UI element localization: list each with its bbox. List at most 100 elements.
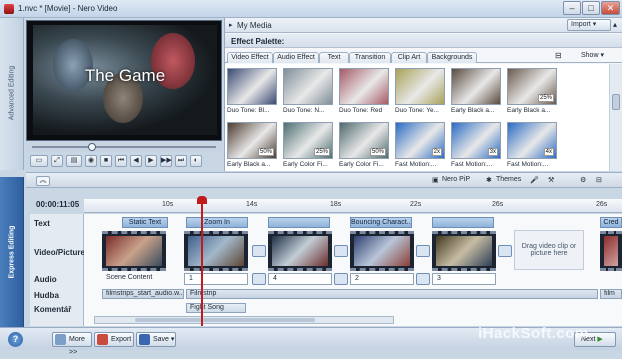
video-clip[interactable] bbox=[102, 231, 166, 271]
video-clip[interactable] bbox=[268, 231, 332, 271]
video-clip[interactable] bbox=[600, 231, 622, 271]
music-clip[interactable]: Filmstrip bbox=[186, 289, 598, 299]
audio-clip[interactable]: 1 bbox=[184, 273, 248, 285]
rewind-icon[interactable]: ◀ bbox=[130, 155, 142, 167]
monitor-icon[interactable]: ▭ bbox=[30, 155, 48, 167]
tab-text[interactable]: Text bbox=[319, 52, 349, 63]
maximize-button[interactable]: □ bbox=[582, 1, 600, 15]
effect-thumbnail[interactable]: 2x bbox=[395, 122, 445, 159]
toggle-panel-icon[interactable]: ⊟ bbox=[596, 176, 602, 184]
effect-thumbnail[interactable] bbox=[395, 68, 445, 105]
timeline-scrollbar[interactable] bbox=[94, 316, 394, 324]
ruler-tick: 14s bbox=[246, 201, 258, 208]
effect-thumbnail[interactable]: 50% bbox=[339, 122, 389, 159]
fullscreen-icon[interactable]: ⤢ bbox=[51, 155, 63, 167]
music-clip[interactable]: filmstrips_start_audio.w... bbox=[102, 289, 184, 299]
microphone-icon[interactable]: 🎤 bbox=[530, 176, 539, 184]
import-button[interactable]: Import ▾ bbox=[567, 19, 611, 31]
collapse-icon[interactable]: ▴ bbox=[613, 20, 617, 29]
export-button[interactable]: Export bbox=[94, 332, 134, 347]
snapshot-icon[interactable]: ◉ bbox=[85, 155, 97, 167]
close-button[interactable]: ✕ bbox=[601, 1, 620, 15]
text-clip-empty[interactable] bbox=[432, 217, 494, 228]
pip-icon[interactable]: ▣ bbox=[432, 176, 439, 184]
timeline-scrollbar-thumb[interactable] bbox=[135, 318, 315, 322]
show-dropdown[interactable]: Show ▾ bbox=[581, 51, 604, 59]
effect-label: Early Black a... bbox=[451, 107, 495, 114]
effect-thumbnail[interactable]: 50% bbox=[227, 122, 277, 159]
save-button[interactable]: Save ▾ bbox=[136, 332, 176, 347]
effect-thumbnail[interactable] bbox=[283, 68, 333, 105]
audio-clip[interactable]: 2 bbox=[350, 273, 414, 285]
tab-backgrounds[interactable]: Backgrounds bbox=[427, 52, 477, 63]
previous-icon[interactable]: ⏮ bbox=[115, 155, 127, 167]
video-clip[interactable] bbox=[432, 231, 496, 271]
forward-icon[interactable]: ▶▶ bbox=[160, 155, 172, 167]
effect-thumbnail[interactable]: 25% bbox=[283, 122, 333, 159]
effect-thumbnail[interactable]: 3x bbox=[451, 122, 501, 159]
effect-palette-label: Effect Palette: bbox=[231, 37, 285, 46]
save-icon bbox=[139, 334, 150, 345]
next-icon[interactable]: ⏭ bbox=[175, 155, 187, 167]
zoom-icon[interactable]: ⊟ bbox=[555, 51, 562, 60]
timeline-ruler[interactable]: 10s 14s 18s 22s 26s 26s bbox=[84, 199, 622, 213]
tab-clip-art[interactable]: Clip Art bbox=[391, 52, 427, 63]
effect-thumbnail[interactable] bbox=[451, 68, 501, 105]
scrollbar-thumb[interactable] bbox=[612, 94, 620, 110]
effect-thumbnail[interactable]: 25% bbox=[507, 68, 557, 105]
effect-label: Early Color Fi... bbox=[339, 161, 384, 168]
advanced-editing-tab[interactable]: Advanced Editing bbox=[0, 18, 24, 170]
effect-scrollbar[interactable] bbox=[609, 64, 622, 171]
tools-icon[interactable]: ⚒ bbox=[548, 176, 554, 184]
text-clip[interactable]: Zoom In bbox=[186, 217, 248, 228]
audio-scene-content: Scene Content bbox=[106, 274, 153, 281]
video-clip[interactable] bbox=[184, 231, 248, 271]
window-title: 1.nvc * [Movie] - Nero Video bbox=[18, 4, 118, 13]
text-clip[interactable]: Bouncing Charact... bbox=[350, 217, 412, 228]
video-preview[interactable]: The Game bbox=[26, 20, 222, 141]
timeline-toolbar: ▣ Nero PiP ✱ Themes 🎤 ⚒ ⚙ ⊟ bbox=[224, 172, 622, 188]
transition-slot[interactable] bbox=[416, 245, 430, 257]
effect-thumbnail[interactable]: 4x bbox=[507, 122, 557, 159]
nero-pip-button[interactable]: Nero PiP bbox=[442, 176, 470, 183]
audio-transition[interactable] bbox=[416, 273, 430, 285]
audio-transition[interactable] bbox=[334, 273, 348, 285]
audio-transition[interactable] bbox=[252, 273, 266, 285]
my-media-header[interactable]: ▸ My Media Import ▾ ▴ bbox=[225, 18, 622, 33]
collapse-up-icon[interactable]: ︽ bbox=[36, 176, 50, 186]
video-clip[interactable] bbox=[350, 231, 414, 271]
audio-clip[interactable]: 4 bbox=[268, 273, 332, 285]
drop-zone[interactable]: Drag video clip or picture here bbox=[514, 230, 584, 270]
transition-slot[interactable] bbox=[334, 245, 348, 257]
transition-slot[interactable] bbox=[498, 245, 512, 257]
track-label-audio: Audio bbox=[34, 275, 57, 284]
express-editing-label: Express Editing bbox=[8, 225, 16, 279]
settings-icon[interactable]: ⚙ bbox=[580, 176, 586, 184]
tab-audio-effect[interactable]: Audio Effect bbox=[273, 52, 319, 63]
aspect-icon[interactable]: ▤ bbox=[66, 155, 82, 167]
themes-icon[interactable]: ✱ bbox=[486, 176, 492, 184]
help-icon[interactable]: ? bbox=[8, 332, 23, 347]
text-clip[interactable]: Cred bbox=[600, 217, 622, 228]
themes-button[interactable]: Themes bbox=[496, 176, 521, 183]
narration-clip[interactable]: Fight Song bbox=[186, 303, 246, 313]
tab-video-effect[interactable]: Video Effect bbox=[227, 52, 273, 63]
text-clip[interactable]: Static Text bbox=[122, 217, 168, 228]
audio-clip[interactable]: 3 bbox=[432, 273, 496, 285]
minimize-button[interactable]: – bbox=[563, 1, 581, 15]
more-button[interactable]: More >> bbox=[52, 332, 92, 356]
preview-scrubber[interactable] bbox=[26, 142, 222, 152]
express-editing-tab[interactable]: Express Editing bbox=[0, 177, 24, 327]
stop-icon[interactable]: ■ bbox=[100, 155, 112, 167]
text-clip-empty[interactable] bbox=[268, 217, 330, 228]
tab-transition[interactable]: Transition bbox=[349, 52, 391, 63]
volume-icon[interactable]: ◐ bbox=[190, 155, 202, 167]
play-icon[interactable]: ▶ bbox=[145, 155, 157, 167]
effect-thumbnail[interactable] bbox=[227, 68, 277, 105]
playhead[interactable] bbox=[201, 199, 203, 326]
scrubber-handle[interactable] bbox=[88, 143, 96, 151]
transition-slot[interactable] bbox=[252, 245, 266, 257]
effect-badge: 50% bbox=[369, 148, 386, 156]
music-clip[interactable]: film bbox=[600, 289, 622, 299]
effect-thumbnail[interactable] bbox=[339, 68, 389, 105]
